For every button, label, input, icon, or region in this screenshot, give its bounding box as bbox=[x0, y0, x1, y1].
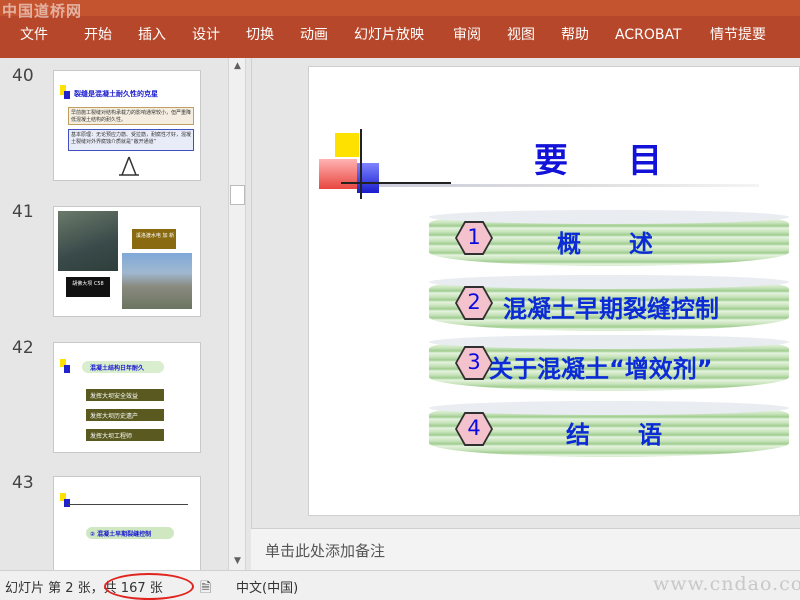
thumb-40-figure bbox=[119, 156, 139, 176]
agenda-number: 3 bbox=[467, 350, 481, 374]
slide-thumbnail-41[interactable]: 溪洛渡水电 加 新 胡佛大坝 C58 bbox=[53, 206, 201, 317]
tab-transitions[interactable]: 切换 bbox=[246, 24, 274, 46]
main-slide[interactable]: 要目 1 概 述 2 混凝土早期裂缝控制 3 关于混凝土“增效剂” 4 结 语 bbox=[308, 66, 800, 516]
slide-number-42: 42 bbox=[12, 338, 34, 358]
notes-placeholder[interactable]: 单击此处添加备注 bbox=[265, 540, 385, 561]
thumb-42-button3: 发挥大坝工程师 bbox=[90, 433, 133, 440]
deco-yellow-square bbox=[335, 133, 359, 157]
red-highlight-circle bbox=[104, 573, 194, 600]
agenda-label: 概 述 bbox=[557, 230, 653, 258]
thumbnail-scrollbar[interactable]: ▲ ▼ bbox=[228, 58, 246, 570]
deco-red-square bbox=[319, 159, 357, 189]
thumb-42-title: 混凝土结构日年耐久 bbox=[90, 365, 145, 372]
status-bar: 幻灯片 第 2 张，共 167 张 🗎 中文(中国) www.cndao.com bbox=[0, 570, 800, 600]
deco-title-underline bbox=[379, 184, 759, 187]
agenda-label: 混凝土早期裂缝控制 bbox=[503, 295, 719, 323]
agenda-label: 结 语 bbox=[566, 421, 662, 449]
notes-pane[interactable]: 单击此处添加备注 bbox=[251, 528, 800, 570]
tab-acrobat[interactable]: ACROBAT bbox=[615, 24, 682, 46]
thumb-42-button2: 发挥大坝历史遗产 bbox=[90, 413, 139, 420]
scroll-up-arrow-icon[interactable]: ▲ bbox=[229, 58, 246, 75]
scroll-thumb[interactable] bbox=[230, 185, 245, 205]
scroll-down-arrow-icon[interactable]: ▼ bbox=[229, 553, 246, 570]
slide-thumbnail-42[interactable]: 混凝土结构日年耐久 发挥大坝安全效益 发挥大坝历史遗产 发挥大坝工程师 bbox=[53, 342, 201, 453]
slide-number-43: 43 bbox=[12, 473, 34, 493]
agenda-item-3[interactable]: 3 关于混凝土“增效剂” bbox=[429, 335, 789, 391]
thumb-41-photo1 bbox=[58, 211, 118, 271]
thumb-40-line1: 早前施工裂缝对结构承载力的影响通常较小，但严重降低混凝土结构的耐久性。 bbox=[71, 110, 192, 123]
slide-number-40: 40 bbox=[12, 66, 34, 86]
tab-slideshow[interactable]: 幻灯片放映 bbox=[354, 24, 424, 46]
tab-file[interactable]: 文件 bbox=[20, 24, 48, 46]
tab-insert[interactable]: 插入 bbox=[138, 24, 166, 46]
tab-home[interactable]: 开始 bbox=[84, 24, 112, 46]
thumb-41-label2: 胡佛大坝 C58 bbox=[72, 281, 104, 287]
title-bar bbox=[0, 0, 800, 16]
ribbon-tabs: 文件 开始 插入 设计 切换 动画 幻灯片放映 审阅 视图 帮助 ACROBAT… bbox=[0, 24, 800, 50]
tab-review[interactable]: 审阅 bbox=[453, 24, 481, 46]
thumb-40-title: 裂缝是混凝土耐久性的克星 bbox=[74, 90, 158, 98]
tab-help[interactable]: 帮助 bbox=[561, 24, 589, 46]
tab-view[interactable]: 视图 bbox=[507, 24, 535, 46]
notes-toggle-icon[interactable]: 🗎 bbox=[200, 577, 211, 600]
language-indicator[interactable]: 中文(中国) bbox=[236, 577, 298, 596]
site-watermark: 中国道桥网 bbox=[2, 2, 83, 20]
slide-title: 要目 bbox=[534, 141, 722, 181]
ribbon: 中国道桥网 文件 开始 插入 设计 切换 动画 幻灯片放映 审阅 视图 帮助 A… bbox=[0, 0, 800, 58]
agenda-number: 4 bbox=[467, 416, 481, 440]
deco-cross-horizontal bbox=[341, 182, 451, 184]
tab-design[interactable]: 设计 bbox=[192, 24, 220, 46]
tab-storyboard[interactable]: 情节提要 bbox=[710, 24, 766, 46]
agenda-item-4[interactable]: 4 结 语 bbox=[429, 401, 789, 457]
slide-thumbnail-43[interactable]: ② 混凝土早期裂缝控制 bbox=[53, 476, 201, 570]
thumb-41-label1: 溪洛渡水电 加 新 bbox=[135, 233, 175, 239]
agenda-item-1[interactable]: 1 概 述 bbox=[429, 210, 789, 266]
thumb-43-item: ② 混凝土早期裂缝控制 bbox=[90, 531, 152, 538]
tab-animations[interactable]: 动画 bbox=[300, 24, 328, 46]
thumb-41-photo2 bbox=[122, 253, 192, 309]
slide-thumbnail-40[interactable]: 裂缝是混凝土耐久性的克星 早前施工裂缝对结构承载力的影响通常较小，但严重降低混凝… bbox=[53, 70, 201, 181]
agenda-number: 2 bbox=[467, 290, 481, 314]
site-watermark-bottom: www.cndao.com bbox=[653, 573, 800, 595]
thumb-42-button1: 发挥大坝安全效益 bbox=[90, 393, 139, 400]
agenda-item-2[interactable]: 2 混凝土早期裂缝控制 bbox=[429, 275, 789, 331]
thumb-40-line2: 基本原理：无论预应力筋、受拉筋，耐腐性才好，混凝土裂缝对外界腐蚀介质就是“敞开通… bbox=[71, 132, 192, 145]
thumbnail-pane: 40 裂缝是混凝土耐久性的克星 早前施工裂缝对结构承载力的影响通常较小，但严重降… bbox=[0, 58, 228, 570]
agenda-number: 1 bbox=[467, 225, 481, 249]
deco-cross-vertical bbox=[360, 129, 362, 199]
slide-number-41: 41 bbox=[12, 202, 34, 222]
agenda-label: 关于混凝土“增效剂” bbox=[489, 355, 713, 383]
